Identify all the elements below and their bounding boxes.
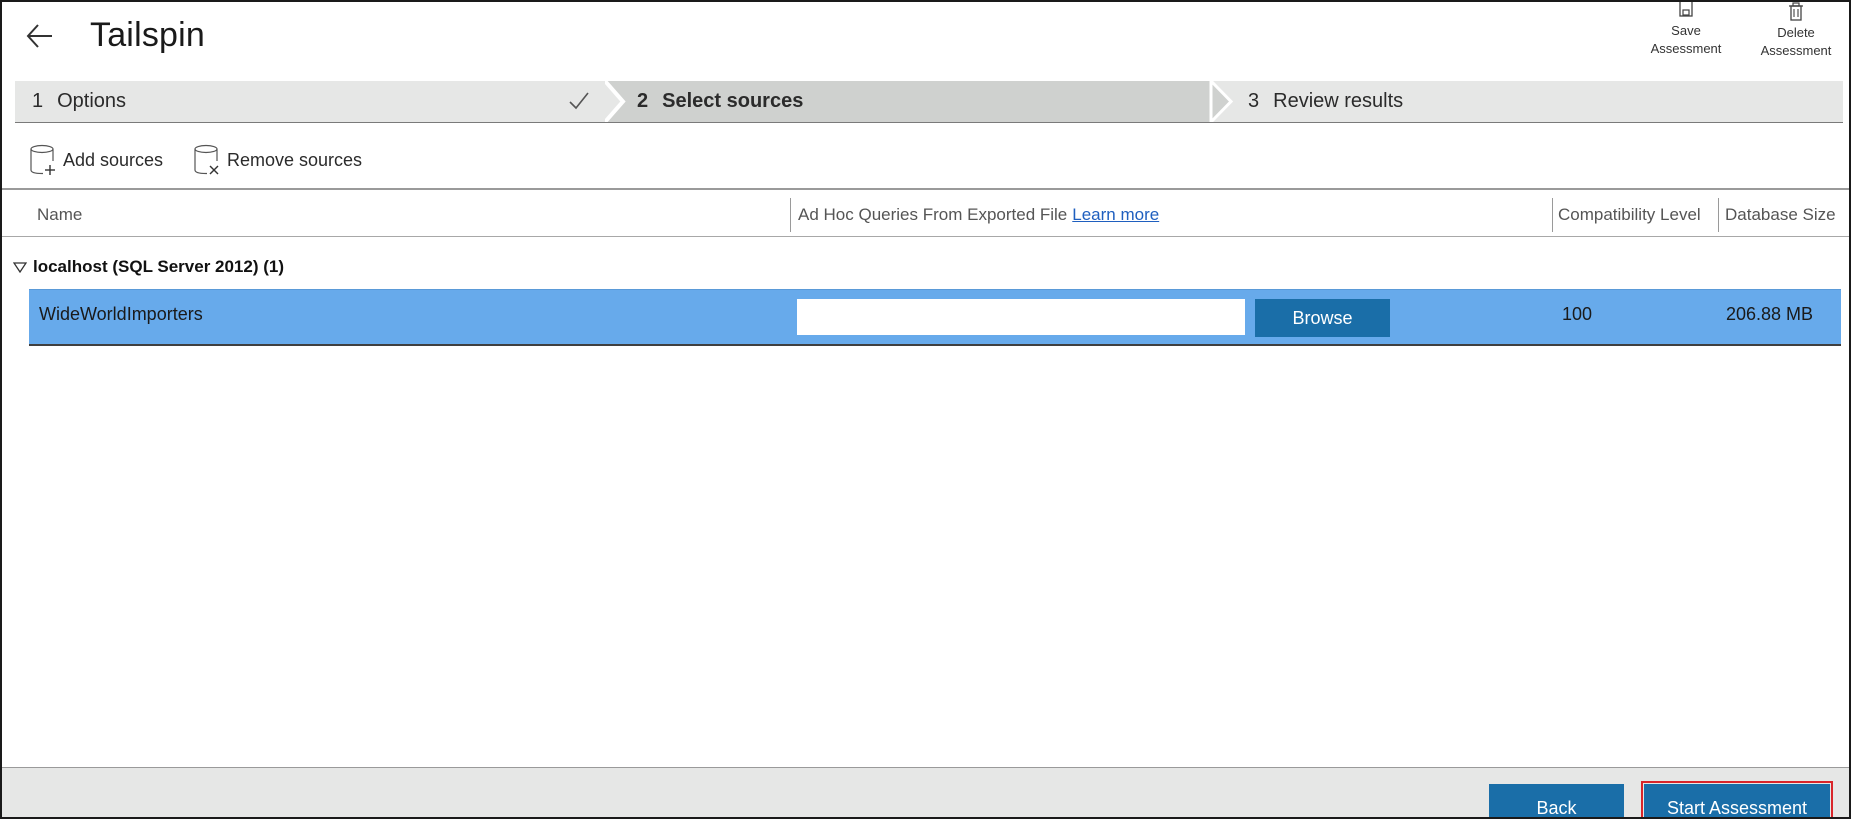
column-header-compatibility[interactable]: Compatibility Level bbox=[1558, 194, 1701, 236]
step-review-results[interactable]: 3 Review results bbox=[1248, 81, 1403, 122]
back-button[interactable]: Back bbox=[1489, 784, 1624, 817]
checkmark-icon bbox=[569, 92, 589, 110]
step-label: Options bbox=[57, 90, 127, 112]
step-number: 3 bbox=[1248, 90, 1260, 112]
remove-sources-button[interactable]: Remove sources bbox=[193, 142, 362, 178]
column-resize-handle[interactable] bbox=[1718, 198, 1719, 232]
step-select-sources[interactable]: 2 Select sources bbox=[637, 81, 803, 122]
column-header-adhoc[interactable]: Ad Hoc Queries From Exported File Learn m… bbox=[798, 194, 1159, 236]
save-assessment-label-1: Save bbox=[1671, 23, 1701, 38]
step-label: Select sources bbox=[662, 90, 804, 112]
remove-sources-label: Remove sources bbox=[227, 149, 363, 170]
server-group-header[interactable]: localhost (SQL Server 2012) (1) bbox=[2, 252, 284, 282]
add-sources-button[interactable]: Add sources bbox=[29, 142, 163, 178]
delete-assessment-label-1: Delete bbox=[1777, 25, 1815, 40]
database-size-value: 206.88 MB bbox=[1725, 304, 1813, 324]
step-label: Review results bbox=[1273, 90, 1404, 112]
add-sources-label: Add sources bbox=[63, 149, 164, 170]
column-header-size[interactable]: Database Size bbox=[1725, 194, 1836, 236]
step-number: 1 bbox=[32, 90, 44, 112]
browse-button[interactable]: Browse bbox=[1255, 299, 1390, 337]
start-assessment-button[interactable]: Start Assessment bbox=[1641, 781, 1833, 817]
step-number: 2 bbox=[637, 90, 649, 112]
database-name: WideWorldImporters bbox=[39, 304, 203, 324]
step-options[interactable]: 1 Options bbox=[32, 81, 592, 122]
app-window: Tailspin Save Assessment Delete Assessme… bbox=[0, 0, 1851, 819]
footer-bar: Back Start Assessment bbox=[2, 767, 1849, 817]
column-resize-handle[interactable] bbox=[790, 198, 791, 232]
save-assessment-button[interactable]: Save Assessment bbox=[1638, 2, 1734, 58]
column-header-name[interactable]: Name bbox=[37, 194, 82, 236]
exported-file-input[interactable] bbox=[797, 299, 1245, 335]
server-group-label: localhost (SQL Server 2012) (1) bbox=[33, 257, 285, 276]
save-icon bbox=[1679, 2, 1693, 17]
delete-assessment-label-2: Assessment bbox=[1760, 43, 1832, 58]
back-arrow-icon[interactable] bbox=[24, 20, 56, 52]
wizard-stepper: 1 Options 2 Select sources 3 Review results bbox=[15, 81, 1843, 123]
column-resize-handle[interactable] bbox=[1552, 198, 1553, 232]
trash-icon bbox=[1789, 2, 1803, 21]
database-add-icon bbox=[30, 144, 55, 175]
column-header-adhoc-label: Ad Hoc Queries From Exported File bbox=[798, 205, 1068, 224]
database-remove-icon bbox=[194, 144, 219, 175]
toolbar-divider bbox=[2, 188, 1849, 190]
expand-triangle-icon[interactable] bbox=[13, 261, 27, 273]
compatibility-level-value: 100 bbox=[1562, 304, 1593, 324]
page-title: Tailspin bbox=[90, 16, 205, 54]
save-assessment-label-2: Assessment bbox=[1650, 41, 1722, 56]
table-header: Name Ad Hoc Queries From Exported File Le… bbox=[2, 194, 1849, 237]
delete-assessment-button[interactable]: Delete Assessment bbox=[1748, 2, 1844, 60]
table-row[interactable]: WideWorldImporters Browse 100 206.88 MB bbox=[29, 289, 1841, 346]
learn-more-link[interactable]: Learn more bbox=[1072, 205, 1159, 224]
